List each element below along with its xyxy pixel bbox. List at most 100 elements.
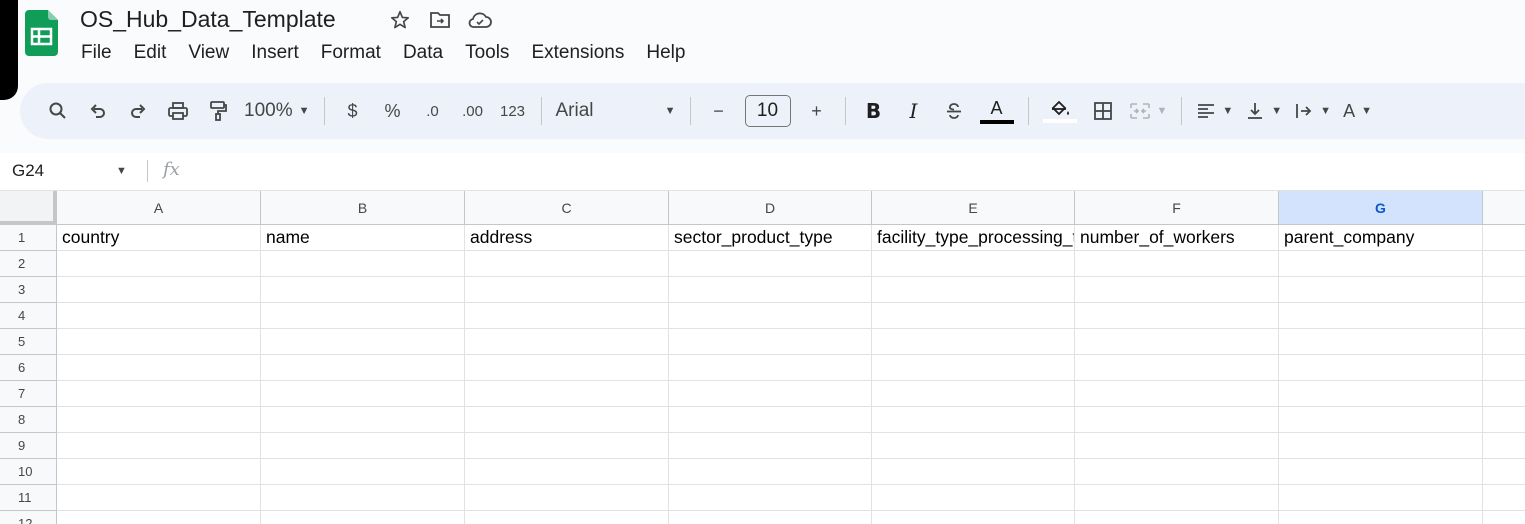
strikethrough-icon[interactable] xyxy=(940,93,968,129)
cell[interactable] xyxy=(261,303,465,329)
cell[interactable] xyxy=(872,251,1075,277)
cell[interactable] xyxy=(57,485,261,511)
column-header-g[interactable]: G xyxy=(1279,191,1483,225)
cell[interactable] xyxy=(465,355,669,381)
text-color-button[interactable]: A xyxy=(979,93,1014,129)
cell[interactable] xyxy=(261,329,465,355)
cell[interactable] xyxy=(465,277,669,303)
cell[interactable] xyxy=(1483,251,1525,277)
cell[interactable] xyxy=(1279,485,1483,511)
row-header-4[interactable]: 4 xyxy=(0,303,57,329)
header-cell-g1[interactable]: parent_company xyxy=(1279,225,1483,251)
column-header[interactable] xyxy=(1483,191,1525,225)
cell[interactable] xyxy=(465,433,669,459)
cell[interactable] xyxy=(669,511,872,524)
header-cell-e1[interactable]: facility_type_processing_type xyxy=(872,225,1075,251)
italic-button[interactable]: I xyxy=(900,93,928,129)
column-header-a[interactable]: A xyxy=(57,191,261,225)
cell[interactable] xyxy=(261,459,465,485)
move-folder-icon[interactable] xyxy=(427,7,453,33)
cell[interactable] xyxy=(1279,355,1483,381)
menu-file[interactable]: File xyxy=(70,40,123,66)
row-header-8[interactable]: 8 xyxy=(0,407,57,433)
increase-font-size-button[interactable]: + xyxy=(803,93,831,129)
row-header-11[interactable]: 11 xyxy=(0,485,57,511)
cell[interactable] xyxy=(57,329,261,355)
sheets-logo-icon[interactable] xyxy=(25,10,58,56)
header-cell-d1[interactable]: sector_product_type xyxy=(669,225,872,251)
zoom-select[interactable]: 100% ▼ xyxy=(244,93,310,129)
cell[interactable] xyxy=(261,277,465,303)
cell[interactable] xyxy=(1279,407,1483,433)
cell[interactable] xyxy=(261,485,465,511)
cell[interactable] xyxy=(1075,485,1279,511)
cell[interactable] xyxy=(1279,511,1483,524)
cell[interactable] xyxy=(1279,251,1483,277)
cell[interactable] xyxy=(872,381,1075,407)
column-header-e[interactable]: E xyxy=(872,191,1075,225)
cell[interactable] xyxy=(261,251,465,277)
cell[interactable] xyxy=(261,433,465,459)
cell[interactable] xyxy=(57,433,261,459)
header-cell-a1[interactable]: country xyxy=(57,225,261,251)
cell[interactable] xyxy=(465,485,669,511)
merge-cells-button[interactable]: ▼ xyxy=(1129,93,1167,129)
cell[interactable] xyxy=(1075,407,1279,433)
cell[interactable] xyxy=(669,459,872,485)
cell[interactable] xyxy=(1279,381,1483,407)
name-box[interactable]: G24 xyxy=(12,161,44,181)
cell[interactable] xyxy=(872,511,1075,524)
cell[interactable] xyxy=(872,329,1075,355)
decrease-font-size-button[interactable]: − xyxy=(705,93,733,129)
vertical-align-button[interactable]: ▼ xyxy=(1245,93,1282,129)
cell[interactable] xyxy=(465,407,669,433)
undo-icon[interactable] xyxy=(84,93,112,129)
cell[interactable] xyxy=(872,355,1075,381)
cell[interactable] xyxy=(1075,511,1279,524)
cell[interactable] xyxy=(465,251,669,277)
menu-tools[interactable]: Tools xyxy=(454,40,520,66)
cell[interactable] xyxy=(261,355,465,381)
menu-help[interactable]: Help xyxy=(635,40,696,66)
menu-edit[interactable]: Edit xyxy=(123,40,178,66)
cell[interactable] xyxy=(465,459,669,485)
row-header-3[interactable]: 3 xyxy=(0,277,57,303)
cell[interactable] xyxy=(57,407,261,433)
cell[interactable] xyxy=(1483,407,1525,433)
print-icon[interactable] xyxy=(164,93,192,129)
row-header-10[interactable]: 10 xyxy=(0,459,57,485)
cell[interactable] xyxy=(669,433,872,459)
cell[interactable] xyxy=(1483,381,1525,407)
cell[interactable] xyxy=(1483,459,1525,485)
cell[interactable] xyxy=(1483,355,1525,381)
cell[interactable] xyxy=(1483,485,1525,511)
cell[interactable] xyxy=(1075,251,1279,277)
cell[interactable] xyxy=(872,485,1075,511)
cell[interactable] xyxy=(57,459,261,485)
cell[interactable] xyxy=(57,303,261,329)
cell[interactable] xyxy=(261,511,465,524)
cell[interactable] xyxy=(57,251,261,277)
redo-icon[interactable] xyxy=(124,93,152,129)
cell[interactable] xyxy=(1075,355,1279,381)
cell[interactable] xyxy=(1279,303,1483,329)
cell[interactable] xyxy=(1483,433,1525,459)
cell[interactable] xyxy=(872,277,1075,303)
cell[interactable] xyxy=(669,277,872,303)
column-header-f[interactable]: F xyxy=(1075,191,1279,225)
select-all-corner[interactable] xyxy=(0,191,57,225)
chevron-down-icon[interactable]: ▼ xyxy=(116,165,127,177)
cell[interactable] xyxy=(1483,277,1525,303)
cell[interactable] xyxy=(1483,511,1525,524)
number-format-button[interactable]: 123 xyxy=(499,93,527,129)
row-header-6[interactable]: 6 xyxy=(0,355,57,381)
cell[interactable] xyxy=(465,381,669,407)
cell[interactable] xyxy=(1075,303,1279,329)
cell[interactable] xyxy=(1483,225,1525,251)
menu-insert[interactable]: Insert xyxy=(240,40,310,66)
cell[interactable] xyxy=(872,433,1075,459)
row-header-5[interactable]: 5 xyxy=(0,329,57,355)
cell[interactable] xyxy=(465,329,669,355)
cell[interactable] xyxy=(1279,329,1483,355)
row-header-2[interactable]: 2 xyxy=(0,251,57,277)
